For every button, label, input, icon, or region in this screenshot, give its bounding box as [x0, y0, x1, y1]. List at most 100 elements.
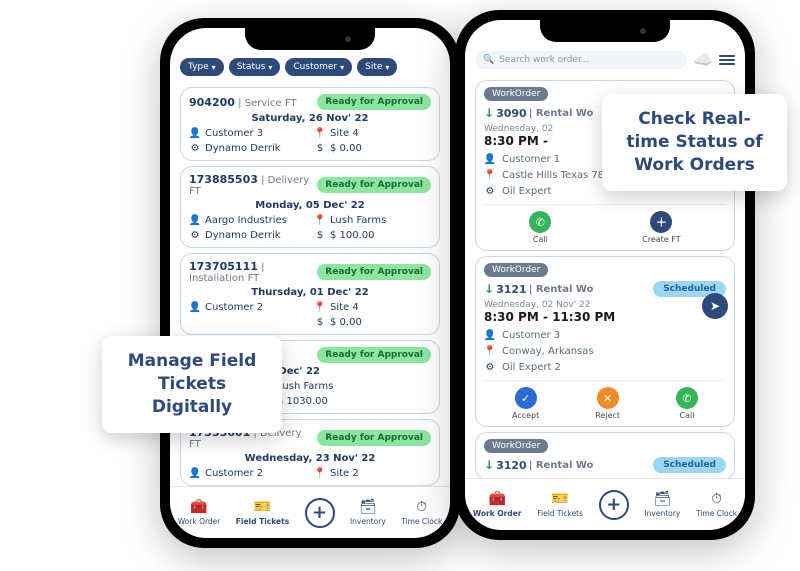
nav-time-clock[interactable]: ⏱Time Clock	[696, 491, 737, 518]
ticket-date: Saturday, 26 Nov' 22	[189, 110, 431, 127]
vendor: Dynamo Derrik	[205, 230, 281, 241]
phone-icon: ✆	[676, 387, 698, 409]
ticket-id: 173705111	[189, 260, 258, 273]
action-row: ✓Accept ✕Reject ✆Call	[484, 380, 726, 420]
status-badge: Ready for Approval	[317, 347, 431, 363]
status-badge: Ready for Approval	[317, 177, 431, 193]
chevron-down-icon: ▾	[340, 63, 344, 72]
customer: Customer 3	[502, 330, 560, 341]
add-button[interactable]: +	[599, 490, 629, 520]
plus-icon: ＋	[650, 211, 672, 233]
gear-icon: ⚙	[189, 142, 201, 154]
menu-icon[interactable]	[719, 55, 735, 65]
nav-work-order[interactable]: 🧰Work Order	[178, 499, 221, 526]
add-button[interactable]: +	[305, 498, 335, 528]
wo-id-row: ↓3121 | Rental Wo	[484, 282, 593, 296]
ticket-id: 904200	[189, 96, 235, 109]
check-icon: ✓	[515, 387, 537, 409]
directions-button[interactable]: ➤	[702, 293, 728, 319]
phone-field-tickets: Type▾ Status▾ Customer▾ Site▾ 904200 | S…	[160, 18, 460, 548]
person-icon: 👤	[484, 329, 496, 341]
notch	[245, 28, 375, 50]
wo-id-row: ↓3090 | Rental Wo	[484, 106, 593, 120]
ticket-id: 173885503	[189, 173, 258, 186]
reject-action[interactable]: ✕Reject	[595, 387, 620, 420]
chip-label: Site	[365, 62, 382, 72]
ticket-card[interactable]: 904200 | Service FT Ready for Approval S…	[180, 87, 440, 161]
call-action[interactable]: ✆Call	[676, 387, 698, 420]
inventory-icon: 🗃	[653, 491, 671, 507]
status-badge: Ready for Approval	[317, 264, 431, 280]
location: Conway, Arkansas	[502, 346, 594, 357]
call-action[interactable]: ✆Call	[529, 211, 551, 244]
arrow-down-icon: ↓	[484, 282, 494, 296]
wo-tag: WorkOrder	[484, 87, 548, 101]
status-badge: Scheduled	[653, 457, 726, 473]
chevron-down-icon: ▾	[212, 63, 216, 72]
callout-realtime-status: Check Real-time Status of Work Orders	[602, 94, 787, 191]
arrow-down-icon: ↓	[484, 106, 494, 120]
callout-manage-tickets: Manage Field Tickets Digitally	[102, 336, 282, 433]
cloud-icon[interactable]: ☁️	[693, 50, 713, 69]
pin-icon: 📍	[314, 467, 326, 479]
pin-icon: 📍	[314, 301, 326, 313]
chevron-down-icon: ▾	[268, 63, 272, 72]
bottom-nav: 🧰Work Order 🎫Field Tickets + 🗃Inventory …	[465, 478, 745, 530]
work-order-card[interactable]: WorkOrder ↓3120 | Rental Wo Scheduled	[475, 432, 735, 478]
site: Site 4	[330, 128, 359, 139]
amount: $ 0.00	[330, 143, 362, 154]
dollar-icon: $	[314, 316, 326, 328]
site: Site 2	[330, 468, 359, 479]
expert: Oil Expert 2	[502, 362, 561, 373]
nav-inventory[interactable]: 🗃Inventory	[350, 499, 386, 526]
customer: Customer 2	[205, 302, 263, 313]
wo-tag: WorkOrder	[484, 263, 548, 277]
clock-icon: ⏱	[708, 491, 726, 507]
time-block: Wednesday, 02 Nov' 22 8:30 PM - 11:30 PM	[484, 297, 726, 327]
chip-label: Status	[237, 62, 266, 72]
phone-work-orders: 🔍 Search work order... ☁️ WorkOrder ↓309…	[455, 10, 755, 540]
customer: Customer 1	[502, 154, 560, 165]
search-icon: 🔍	[483, 55, 494, 65]
ticket-card[interactable]: 173885503 | Delivery FT Ready for Approv…	[180, 166, 440, 248]
nav-work-order[interactable]: 🧰Work Order	[473, 491, 522, 518]
status-badge: Ready for Approval	[317, 430, 431, 446]
filter-row: Type▾ Status▾ Customer▾ Site▾	[170, 54, 450, 82]
chip-label: Type	[188, 62, 209, 72]
filter-site[interactable]: Site▾	[357, 58, 397, 76]
phone-icon: ✆	[529, 211, 551, 233]
notch	[540, 20, 670, 42]
work-order-card[interactable]: WorkOrder ➤ ↓3121 | Rental Wo Scheduled …	[475, 256, 735, 427]
customer: Customer 3	[205, 128, 263, 139]
expert: Oil Expert	[502, 186, 551, 197]
screen: Type▾ Status▾ Customer▾ Site▾ 904200 | S…	[170, 28, 450, 538]
pin-icon: 📍	[484, 169, 496, 181]
search-input[interactable]: 🔍 Search work order...	[475, 51, 687, 69]
accept-action[interactable]: ✓Accept	[512, 387, 539, 420]
filter-status[interactable]: Status▾	[229, 58, 281, 76]
ticket-icon: 🎫	[551, 491, 569, 507]
create-ft-action[interactable]: ＋Create FT	[642, 211, 680, 244]
clock-icon: ⏱	[413, 499, 431, 515]
search-placeholder: Search work order...	[499, 55, 589, 65]
search-row: 🔍 Search work order... ☁️	[465, 46, 745, 75]
person-icon: 👤	[484, 153, 496, 165]
ticket-date: Monday, 05 Dec' 22	[189, 197, 431, 214]
content-area: 🔍 Search work order... ☁️ WorkOrder ↓309…	[465, 20, 745, 478]
ticket-date: 01 Dec' 22	[261, 363, 431, 380]
briefcase-icon: 🧰	[190, 499, 208, 515]
amount: $ 1030.00	[277, 396, 328, 407]
arrow-down-icon: ↓	[484, 458, 494, 472]
filter-customer[interactable]: Customer▾	[285, 58, 352, 76]
chip-label: Customer	[293, 62, 337, 72]
nav-field-tickets[interactable]: 🎫Field Tickets	[537, 491, 583, 518]
nav-time-clock[interactable]: ⏱Time Clock	[401, 499, 442, 526]
nav-field-tickets[interactable]: 🎫Field Tickets	[236, 499, 289, 526]
nav-inventory[interactable]: 🗃Inventory	[644, 491, 680, 518]
person-icon: 👤	[189, 301, 201, 313]
site: Site 4	[330, 302, 359, 313]
gear-icon: ⚙	[484, 361, 496, 373]
wo-id-row: ↓3120 | Rental Wo	[484, 458, 593, 472]
ticket-card[interactable]: 173705111 | Installation FT Ready for Ap…	[180, 253, 440, 335]
filter-type[interactable]: Type▾	[180, 58, 224, 76]
